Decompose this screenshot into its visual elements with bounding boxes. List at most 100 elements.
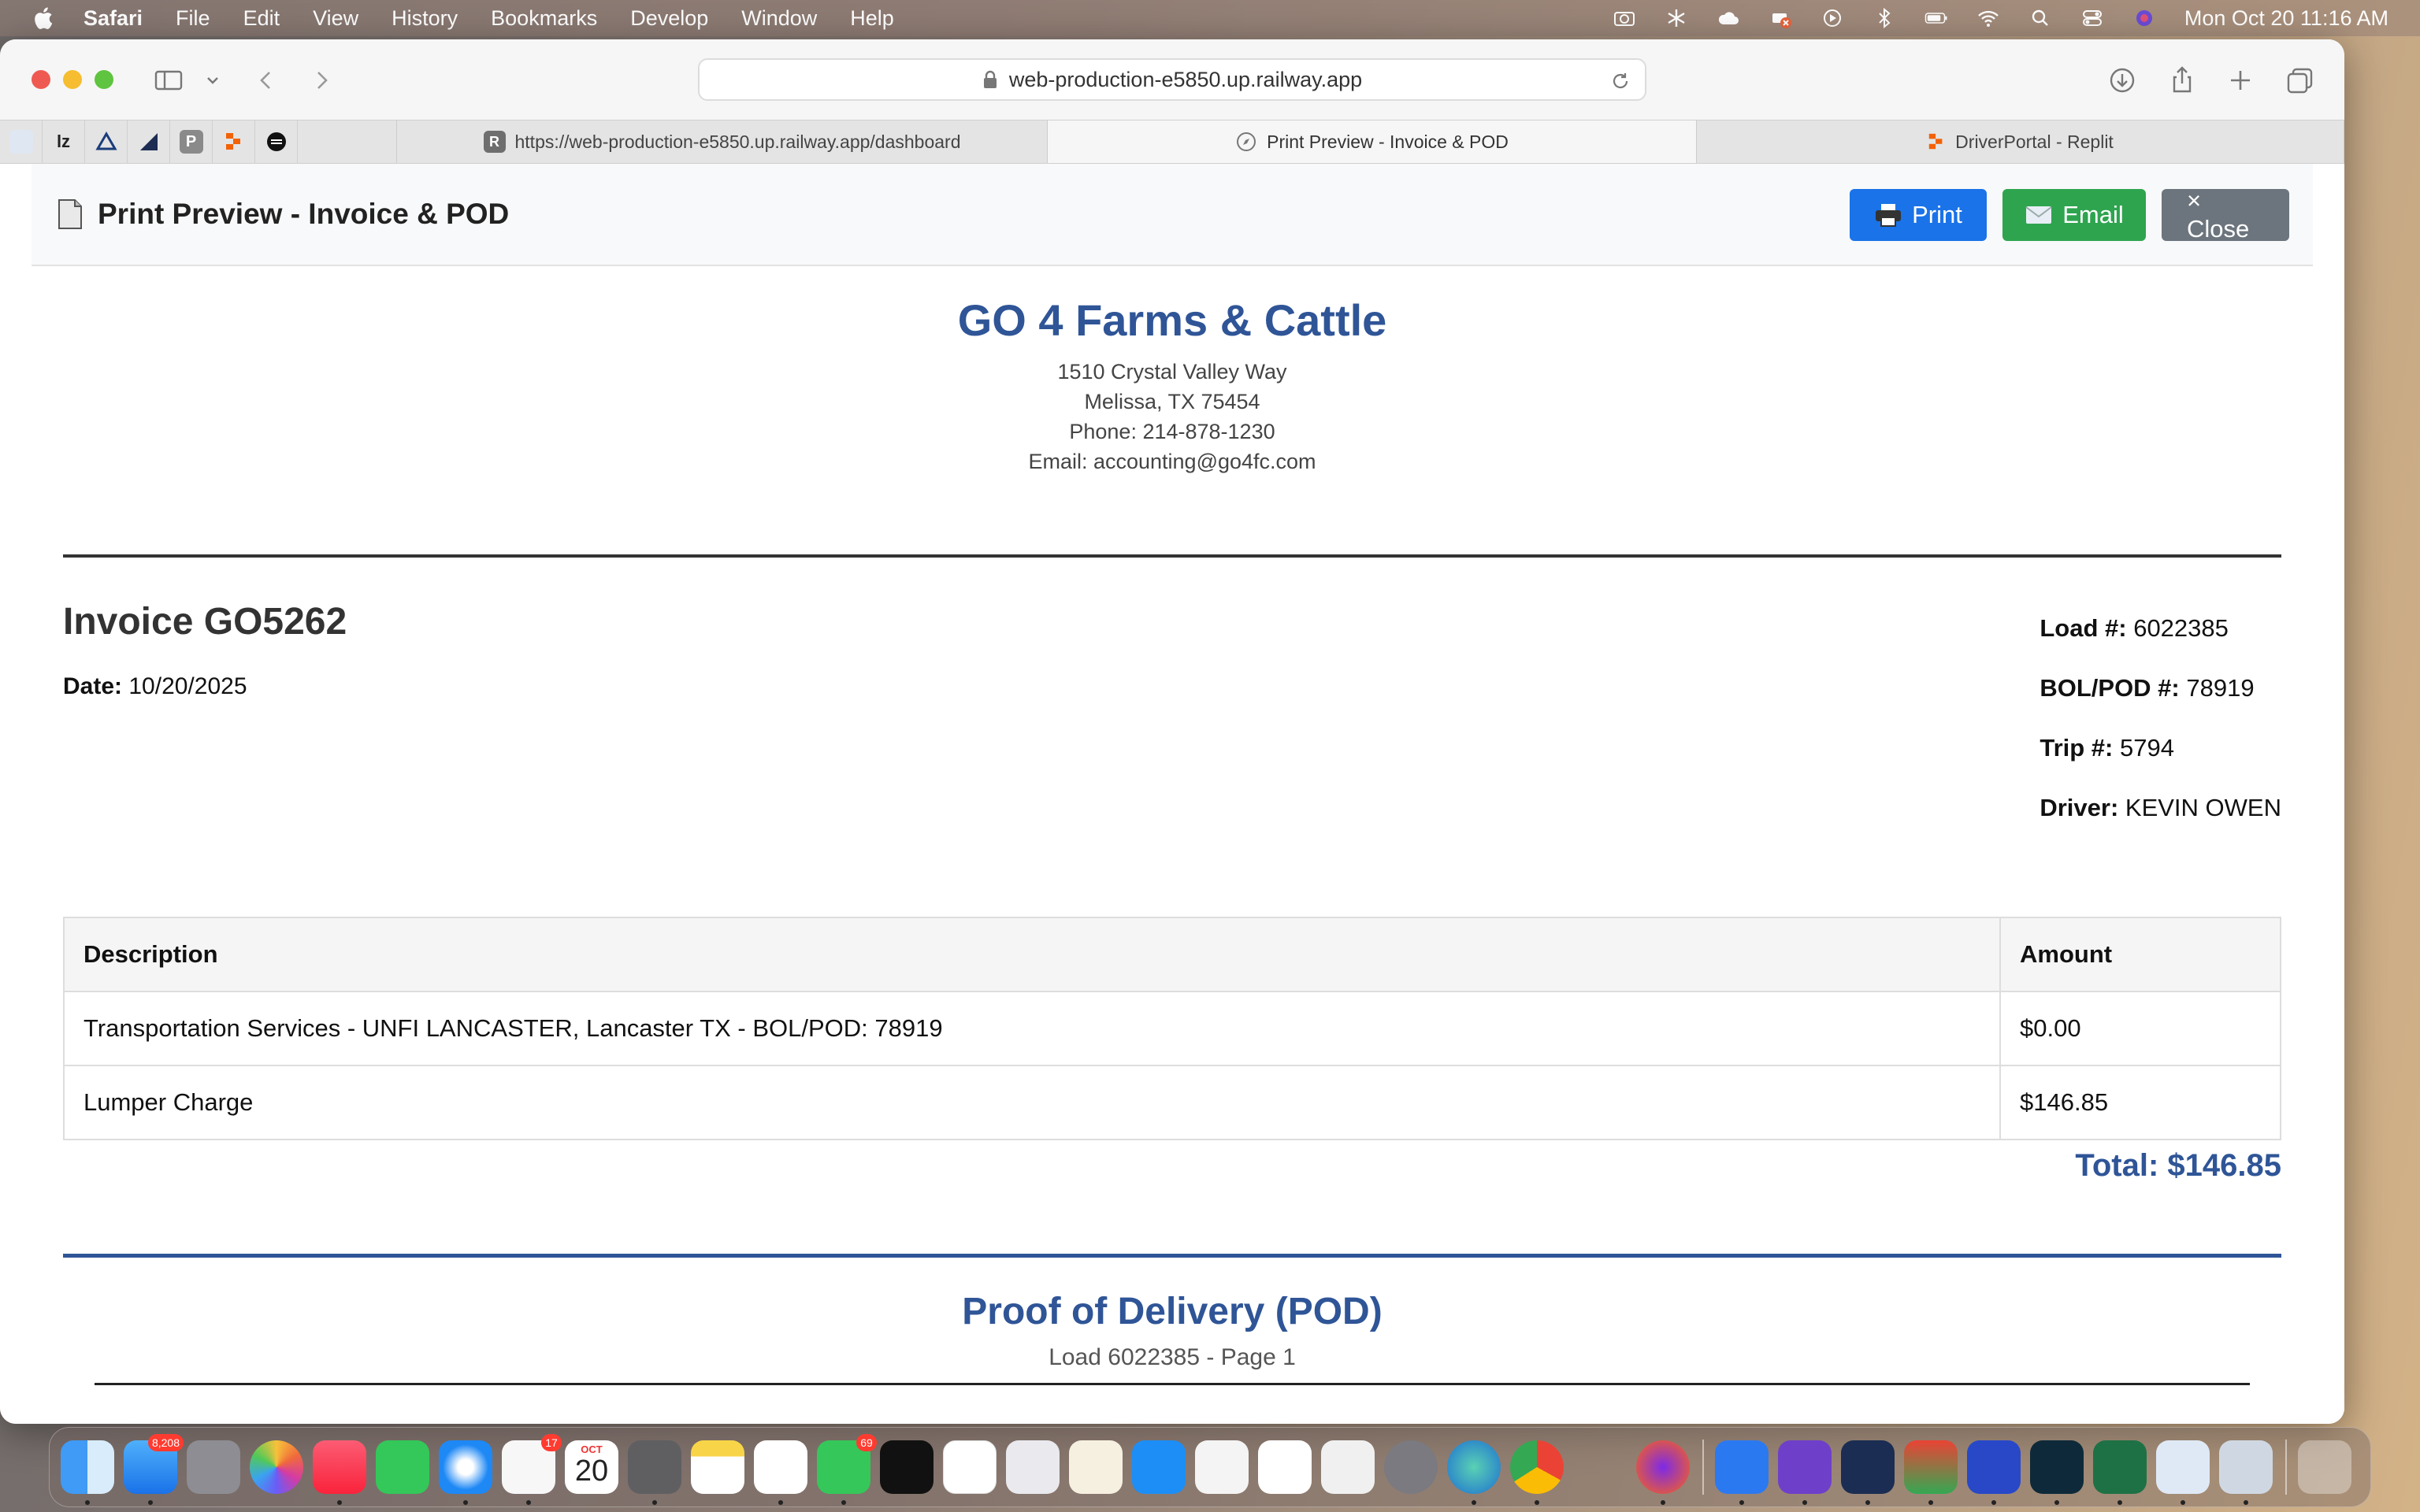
forward-arrow-icon[interactable]: [304, 63, 339, 98]
help-icon[interactable]: [1573, 1440, 1627, 1494]
pinned-tab-p[interactable]: P: [170, 120, 213, 164]
tasks-icon[interactable]: [1258, 1440, 1312, 1494]
siri-icon[interactable]: [2131, 6, 2158, 30]
apple-menu-icon[interactable]: [32, 5, 55, 32]
sidebar-toggle-icon[interactable]: [151, 63, 186, 98]
freeform-icon[interactable]: [754, 1440, 807, 1505]
menu-develop[interactable]: Develop: [630, 6, 708, 31]
menu-file[interactable]: File: [176, 6, 210, 31]
remote-desktop-icon[interactable]: [1715, 1440, 1769, 1505]
replit-icon: [225, 133, 240, 150]
calendar-icon[interactable]: OCT 20: [565, 1440, 618, 1494]
calendar-month: OCT: [581, 1443, 603, 1455]
compass-icon: [1237, 132, 1256, 151]
downloads-icon[interactable]: [2105, 63, 2140, 98]
music-icon[interactable]: [313, 1440, 366, 1505]
disk-icon[interactable]: [1321, 1440, 1375, 1494]
launchpad-icon[interactable]: [187, 1440, 240, 1494]
menu-view[interactable]: View: [313, 6, 358, 31]
pinned-tab-document[interactable]: [0, 120, 43, 164]
github-icon[interactable]: [1778, 1440, 1832, 1505]
news-icon[interactable]: [943, 1440, 997, 1494]
email-button[interactable]: Email: [2002, 189, 2146, 241]
close-button[interactable]: × Close: [2162, 187, 2289, 243]
pinned-tab-lz[interactable]: lz: [43, 120, 85, 164]
menu-edit[interactable]: Edit: [243, 6, 280, 31]
pod-title: Proof of Delivery (POD): [962, 1291, 1383, 1332]
photos-icon[interactable]: [250, 1440, 303, 1494]
pinned-tab-circle[interactable]: [255, 120, 298, 164]
safari-icon[interactable]: [439, 1440, 492, 1505]
aperture-icon[interactable]: [1841, 1440, 1895, 1505]
tab-driver-portal[interactable]: DriverPortal - Replit: [1697, 120, 2344, 163]
pages-icon[interactable]: [1069, 1440, 1123, 1494]
menu-help[interactable]: Help: [850, 6, 894, 31]
reload-icon[interactable]: [1609, 69, 1632, 93]
pinned-tab-wedge[interactable]: [128, 120, 170, 164]
tab-overview-icon[interactable]: [2283, 63, 2318, 98]
preview-icon[interactable]: [2219, 1440, 2273, 1505]
control-center-icon[interactable]: [2079, 6, 2106, 30]
keynote-icon[interactable]: [1006, 1440, 1060, 1494]
cloud-status-icon[interactable]: [1715, 6, 1742, 30]
invoice-date-value: 10/20/2025: [128, 673, 247, 699]
url-text[interactable]: web-production-e5850.up.railway.app: [1009, 68, 1362, 92]
finder-icon[interactable]: [61, 1440, 114, 1505]
menu-app-name[interactable]: Safari: [84, 6, 143, 31]
scanner-icon[interactable]: [1967, 1440, 2021, 1505]
bluetooth-icon[interactable]: [1871, 6, 1898, 30]
trip-number-label: Trip #:: [2040, 734, 2114, 762]
camera-status-icon[interactable]: [1611, 6, 1638, 30]
search-icon[interactable]: [2027, 6, 2054, 30]
reminders-icon[interactable]: 17: [502, 1434, 562, 1505]
minimize-window-button[interactable]: [63, 70, 82, 89]
menu-clock[interactable]: Mon Oct 20 11:16 AM: [2184, 6, 2388, 31]
wifi-icon[interactable]: [1975, 6, 2002, 30]
new-tab-icon[interactable]: [2223, 63, 2258, 98]
facetime-icon[interactable]: [376, 1440, 429, 1494]
line-item-amount: $146.85: [1999, 1065, 2281, 1140]
system-settings-icon[interactable]: [1384, 1440, 1438, 1494]
perplexity-icon[interactable]: [2030, 1440, 2084, 1505]
menu-window[interactable]: Window: [741, 6, 817, 31]
messages-icon[interactable]: 69: [817, 1434, 877, 1505]
apple-tv-icon[interactable]: [880, 1440, 933, 1494]
printer-icon: [1874, 202, 1902, 228]
mail-icon[interactable]: 8,208: [124, 1434, 184, 1505]
trash-icon[interactable]: [2298, 1440, 2351, 1494]
address-bar[interactable]: web-production-e5850.up.railway.app: [698, 58, 1646, 101]
zoom-window-button[interactable]: [95, 70, 113, 89]
load-number-value: 6022385: [2133, 614, 2229, 642]
battery-icon[interactable]: [1923, 6, 1950, 30]
pinned-tab-triangle[interactable]: [85, 120, 128, 164]
trip-number-value: 5794: [2119, 734, 2174, 762]
chrome-icon[interactable]: [1510, 1440, 1564, 1505]
tab-print-preview[interactable]: Print Preview - Invoice & POD: [1048, 120, 1697, 163]
close-window-button[interactable]: [32, 70, 50, 89]
chevron-down-icon[interactable]: [195, 63, 230, 98]
pinned-tab-replit[interactable]: [213, 120, 255, 164]
printer-alert-status-icon[interactable]: [1767, 6, 1794, 30]
cloud-upload-icon[interactable]: [1904, 1440, 1958, 1505]
menu-history[interactable]: History: [392, 6, 458, 31]
share-icon[interactable]: [2165, 63, 2199, 98]
excel-icon[interactable]: [2093, 1440, 2147, 1505]
calculator-icon[interactable]: [628, 1440, 681, 1505]
back-arrow-icon[interactable]: [249, 63, 284, 98]
menu-bookmarks[interactable]: Bookmarks: [491, 6, 597, 31]
play-status-icon[interactable]: [1819, 6, 1846, 30]
asterisk-status-icon[interactable]: [1663, 6, 1690, 30]
line-item-description: Transportation Services - UNFI LANCASTER…: [63, 991, 2001, 1066]
line-item-description: Lumper Charge: [63, 1065, 2001, 1140]
outlook-icon[interactable]: [2156, 1440, 2210, 1505]
notes-icon[interactable]: [691, 1440, 744, 1494]
envelope-icon: [2025, 204, 2053, 226]
edge-icon[interactable]: [1447, 1440, 1501, 1505]
tab-dashboard[interactable]: R https://web-production-e5850.up.railwa…: [397, 120, 1048, 163]
line-item-amount: $0.00: [1999, 991, 2281, 1066]
firefox-icon[interactable]: [1636, 1440, 1690, 1505]
tab-dashboard-favicon: R: [483, 131, 506, 153]
numbers-icon[interactable]: [1195, 1440, 1249, 1494]
print-button[interactable]: Print: [1850, 189, 1987, 241]
app-store-icon[interactable]: [1132, 1440, 1186, 1494]
